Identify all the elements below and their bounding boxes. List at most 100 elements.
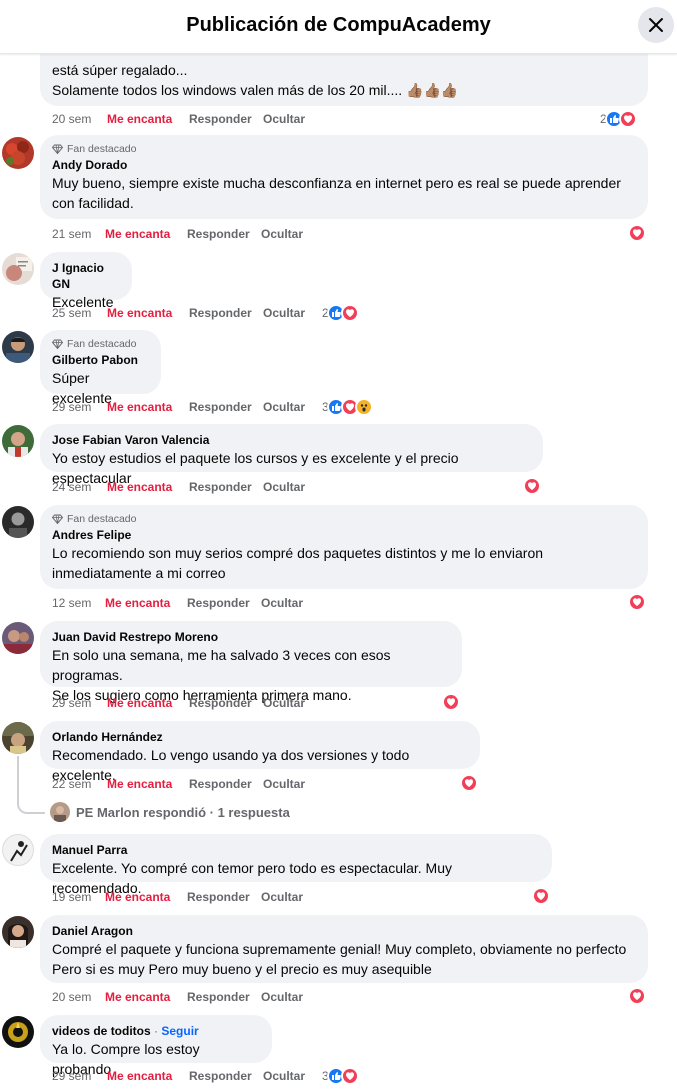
comment-actions: 21 sem Me encanta Responder Ocultar xyxy=(52,225,321,243)
love-button[interactable]: Me encanta xyxy=(107,306,189,320)
avatar[interactable] xyxy=(2,253,34,285)
comment-time[interactable]: 12 sem xyxy=(52,596,105,610)
comment-bubble: Fan destacado Andy Dorado Muy bueno, sie… xyxy=(40,135,648,219)
reactions-summary[interactable]: 2 xyxy=(322,304,359,322)
avatar[interactable] xyxy=(2,137,34,169)
close-icon xyxy=(649,18,663,32)
reply-summary-text[interactable]: PE Marlon respondió · 1 respuesta xyxy=(76,805,290,820)
reply-button[interactable]: Responder xyxy=(189,480,263,494)
reply-button[interactable]: Responder xyxy=(187,990,261,1004)
avatar[interactable] xyxy=(2,722,34,754)
comment-time[interactable]: 22 sem xyxy=(52,777,107,791)
reactions-summary[interactable] xyxy=(442,693,460,711)
comment-actions: 20 sem Me encanta Responder Ocultar xyxy=(52,988,321,1006)
comment-author[interactable]: Daniel Aragon xyxy=(52,923,636,939)
comment-time[interactable]: 21 sem xyxy=(52,227,105,241)
avatar[interactable] xyxy=(2,506,34,538)
comment-author[interactable]: Orlando Hernández xyxy=(52,729,468,745)
avatar[interactable] xyxy=(2,425,34,457)
avatar[interactable] xyxy=(2,331,34,363)
reactions-summary[interactable]: 3 xyxy=(322,398,373,416)
comment-author[interactable]: Andres Felipe xyxy=(52,527,636,543)
reactions-summary[interactable] xyxy=(628,593,646,611)
comment-author[interactable]: Manuel Parra xyxy=(52,842,540,858)
avatar[interactable] xyxy=(2,834,34,866)
diamond-icon xyxy=(52,339,63,349)
hide-button[interactable]: Ocultar xyxy=(261,596,321,610)
comments-feed[interactable]: está súper regalado... Solamente todos l… xyxy=(0,0,677,1089)
reply-thread-line xyxy=(17,756,45,814)
comment-time[interactable]: 25 sem xyxy=(52,306,107,320)
hide-button[interactable]: Ocultar xyxy=(263,112,323,126)
love-reaction-icon xyxy=(618,110,637,128)
comment-actions: 22 sem Me encanta Responder Ocultar xyxy=(52,775,323,793)
love-button[interactable]: Me encanta xyxy=(105,596,187,610)
love-button[interactable]: Me encanta xyxy=(107,400,189,414)
comment-time[interactable]: 20 sem xyxy=(52,112,107,126)
comment-actions: 29 sem Me encanta Responder Ocultar xyxy=(52,398,323,416)
hide-button[interactable]: Ocultar xyxy=(263,1069,323,1083)
reply-button[interactable]: Responder xyxy=(189,696,263,710)
comment-time[interactable]: 19 sem xyxy=(52,890,105,904)
love-button[interactable]: Me encanta xyxy=(105,890,187,904)
hide-button[interactable]: Ocultar xyxy=(263,306,323,320)
comment-time[interactable]: 29 sem xyxy=(52,400,107,414)
reactions-summary[interactable] xyxy=(532,887,550,905)
reply-button[interactable]: Responder xyxy=(189,112,263,126)
hide-button[interactable]: Ocultar xyxy=(261,990,321,1004)
comment-author[interactable]: Andy Dorado xyxy=(52,157,636,173)
comment-bubble: Manuel Parra Excelente. Yo compré con te… xyxy=(40,834,552,896)
reply-button[interactable]: Responder xyxy=(187,890,261,904)
comment-author[interactable]: Gilberto Pabon xyxy=(52,352,149,368)
love-button[interactable]: Me encanta xyxy=(107,480,189,494)
follow-button[interactable]: Seguir xyxy=(161,1024,198,1038)
comment-bubble: Daniel Aragon Compré el paquete y funcio… xyxy=(40,915,648,983)
hide-button[interactable]: Ocultar xyxy=(263,480,323,494)
comment-author[interactable]: Juan David Restrepo Moreno xyxy=(52,629,450,645)
reply-button[interactable]: Responder xyxy=(187,227,261,241)
avatar[interactable] xyxy=(2,622,34,654)
view-replies-link[interactable]: PE Marlon respondió · 1 respuesta xyxy=(50,802,290,822)
reply-button[interactable]: Responder xyxy=(189,1069,263,1083)
love-reaction-icon xyxy=(340,1067,359,1085)
comment-time[interactable]: 29 sem xyxy=(52,1069,107,1083)
comment-time[interactable]: 24 sem xyxy=(52,480,107,494)
reactions-summary[interactable] xyxy=(628,987,646,1005)
love-reaction-icon xyxy=(442,693,460,711)
comment-author[interactable]: J Ignacio GN xyxy=(52,260,120,292)
hide-button[interactable]: Ocultar xyxy=(263,777,323,791)
comment-bubble: Jose Fabian Varon Valencia Yo estoy estu… xyxy=(40,424,543,486)
close-button[interactable] xyxy=(638,7,674,43)
comment-bubble: Fan destacado Andres Felipe Lo recomiend… xyxy=(40,505,648,589)
reactions-summary[interactable]: 3 xyxy=(322,1067,359,1085)
comment-time[interactable]: 29 sem xyxy=(52,696,107,710)
love-button[interactable]: Me encanta xyxy=(107,1069,189,1083)
comment-author[interactable]: videos de toditos xyxy=(52,1024,151,1038)
avatar[interactable] xyxy=(2,916,34,948)
fan-badge: Fan destacado xyxy=(52,338,149,350)
avatar[interactable] xyxy=(2,1016,34,1048)
love-button[interactable]: Me encanta xyxy=(105,227,187,241)
love-button[interactable]: Me encanta xyxy=(107,777,189,791)
reactions-summary[interactable] xyxy=(523,477,541,495)
comment-actions: 29 sem Me encanta Responder Ocultar xyxy=(52,1067,323,1085)
hide-button[interactable]: Ocultar xyxy=(263,400,323,414)
reply-button[interactable]: Responder xyxy=(189,777,263,791)
reactions-summary[interactable] xyxy=(628,224,646,242)
comment-text: Muy bueno, siempre existe mucha desconfi… xyxy=(52,175,621,211)
reactions-summary[interactable] xyxy=(460,774,478,792)
reply-button[interactable]: Responder xyxy=(189,306,263,320)
reply-button[interactable]: Responder xyxy=(189,400,263,414)
comment-author[interactable]: Jose Fabian Varon Valencia xyxy=(52,432,531,448)
love-button[interactable]: Me encanta xyxy=(105,990,187,1004)
reactions-summary[interactable]: 2 xyxy=(600,110,637,128)
comment-time[interactable]: 20 sem xyxy=(52,990,105,1004)
love-button[interactable]: Me encanta xyxy=(107,696,189,710)
love-reaction-icon xyxy=(628,593,646,611)
hide-button[interactable]: Ocultar xyxy=(261,227,321,241)
reply-button[interactable]: Responder xyxy=(187,596,261,610)
hide-button[interactable]: Ocultar xyxy=(263,696,323,710)
hide-button[interactable]: Ocultar xyxy=(261,890,321,904)
comment-text: Compré el paquete y funciona supremament… xyxy=(52,941,627,977)
love-button[interactable]: Me encanta xyxy=(107,112,189,126)
